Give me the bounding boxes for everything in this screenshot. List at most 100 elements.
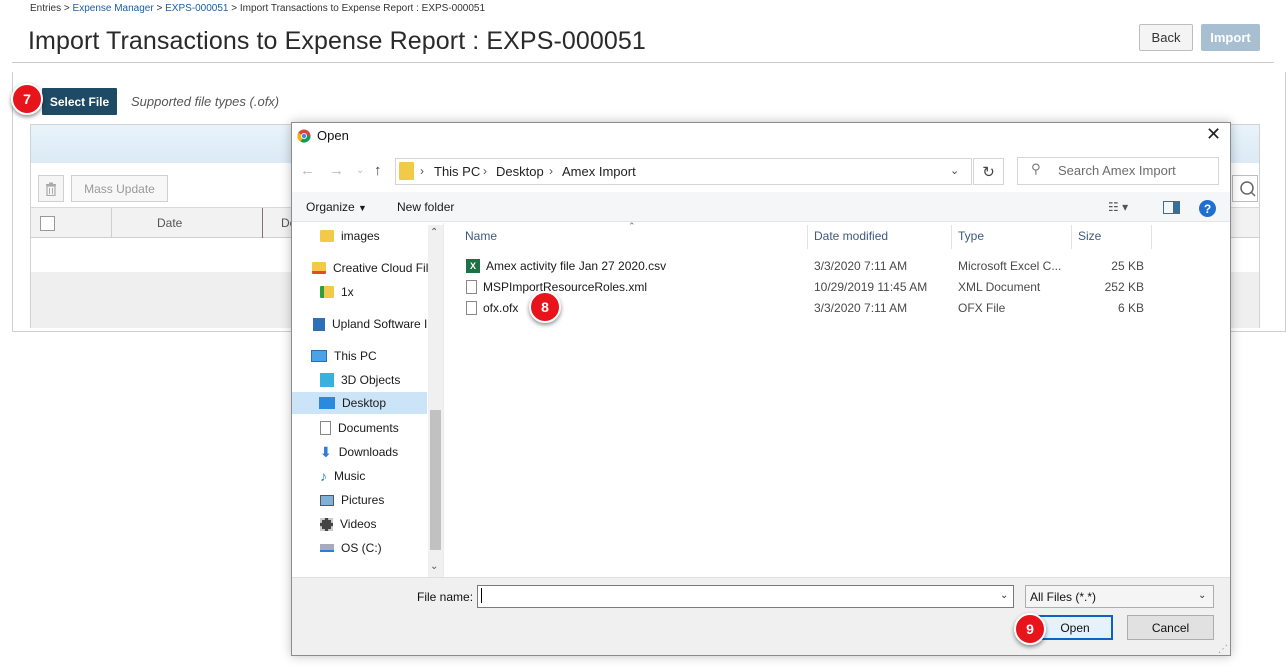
header-divider	[12, 62, 1274, 63]
breadcrumb-prefix: Entries >	[30, 3, 70, 14]
nav-item-images[interactable]: images	[320, 225, 430, 247]
address-bar[interactable]	[395, 158, 972, 185]
recent-locations-icon[interactable]: ⌄	[356, 165, 364, 176]
select-file-button[interactable]: Select File	[42, 88, 117, 115]
file-name-label: File name:	[417, 590, 474, 604]
col-sep[interactable]	[1071, 225, 1072, 249]
drive-icon	[320, 544, 334, 552]
scroll-up-icon[interactable]: ⌃	[430, 227, 438, 238]
nav-item-upland[interactable]: Upland Software I	[313, 313, 429, 335]
col-sep[interactable]	[807, 225, 808, 249]
text-caret	[481, 588, 482, 603]
nav-item-documents[interactable]: Documents	[320, 417, 430, 439]
nav-item-downloads[interactable]: ⬇ Downloads	[320, 441, 430, 463]
preview-pane-icon[interactable]	[1163, 201, 1180, 214]
nav-item-label: Desktop	[342, 396, 387, 410]
forward-arrow-icon[interactable]: →	[329, 162, 344, 179]
select-all-checkbox[interactable]	[40, 216, 55, 231]
grid-search-button[interactable]	[1232, 175, 1258, 202]
excel-icon: X	[466, 259, 480, 273]
open-button[interactable]: Open	[1037, 615, 1113, 640]
nav-item-label: Downloads	[338, 445, 399, 459]
col-sep[interactable]	[951, 225, 952, 249]
column-date[interactable]: Date	[157, 216, 182, 230]
file-size: 252 KB	[1104, 280, 1144, 294]
nav-item-label: Upland Software I	[332, 317, 428, 331]
file-row-csv[interactable]: X Amex activity file Jan 27 2020.csv	[466, 256, 666, 276]
nav-item-label: 1x	[341, 285, 354, 299]
address-segment-desktop[interactable]: Desktop	[496, 164, 544, 179]
cube-icon	[320, 373, 334, 387]
column-size[interactable]: Size	[1078, 229, 1101, 243]
refresh-icon[interactable]: ↻	[973, 158, 1004, 185]
chevron-down-icon[interactable]: ⌄	[1000, 590, 1008, 601]
file-name-input[interactable]	[477, 585, 1014, 608]
back-button[interactable]: Back	[1139, 24, 1193, 51]
search-icon	[1240, 181, 1256, 197]
nav-item-label: Creative Cloud Fil	[333, 261, 429, 275]
video-icon	[320, 517, 333, 531]
scroll-down-icon[interactable]: ⌄	[430, 561, 438, 572]
document-icon	[320, 421, 331, 435]
picture-icon	[320, 494, 334, 506]
nav-item-this-pc[interactable]: This PC	[311, 345, 421, 367]
nav-item-3d-objects[interactable]: 3D Objects	[320, 369, 430, 391]
address-chevron-icon: ›	[483, 164, 487, 178]
nav-item-label: Documents	[338, 421, 399, 435]
folder-icon	[399, 162, 414, 180]
nav-item-creative-cloud[interactable]: Creative Cloud Fil	[312, 257, 430, 279]
col-sep	[111, 208, 112, 238]
supported-file-types: Supported file types (.ofx)	[131, 94, 280, 109]
file-size: 6 KB	[1117, 301, 1144, 315]
col-sep[interactable]	[1151, 225, 1152, 249]
file-row-ofx[interactable]: ofx.ofx	[466, 298, 518, 318]
nav-item-1x[interactable]: 1x	[320, 281, 430, 303]
organize-label: Organize	[306, 200, 355, 214]
chevron-down-icon[interactable]: ⌄	[1198, 590, 1206, 601]
back-arrow-icon[interactable]: ←	[300, 162, 315, 179]
file-type: XML Document	[958, 280, 1041, 294]
organize-menu[interactable]: Organize ▼	[306, 200, 367, 214]
sort-ascending-icon: ⌃	[628, 221, 636, 231]
breadcrumb-current: > Import Transactions to Expense Report …	[231, 3, 486, 14]
dialog-title: Open	[317, 128, 349, 143]
file-icon	[466, 280, 477, 294]
close-icon[interactable]: ✕	[1206, 124, 1221, 145]
up-arrow-icon[interactable]: ↑	[374, 162, 382, 179]
breadcrumb-link-expense-manager[interactable]: Expense Manager	[73, 3, 154, 14]
column-name[interactable]: Name	[465, 229, 497, 243]
nav-item-label: This PC	[334, 349, 377, 363]
nav-scroll-thumb[interactable]	[430, 410, 441, 550]
nav-item-pictures[interactable]: Pictures	[320, 489, 430, 511]
chrome-icon	[297, 129, 311, 143]
help-icon[interactable]: ?	[1199, 200, 1216, 217]
nav-item-label: OS (C:)	[341, 541, 382, 555]
resize-grip-icon[interactable]: ⋰	[1218, 644, 1228, 655]
column-type[interactable]: Type	[958, 229, 984, 243]
file-row-xml[interactable]: MSPImportResourceRoles.xml	[466, 277, 647, 297]
nav-item-videos[interactable]: Videos	[320, 513, 430, 535]
column-date-modified[interactable]: Date modified	[814, 229, 888, 243]
folder-icon	[320, 286, 334, 298]
breadcrumb-link-report[interactable]: EXPS-000051	[165, 3, 228, 14]
file-type: OFX File	[958, 301, 1006, 315]
nav-item-label: 3D Objects	[341, 373, 401, 387]
view-options-icon[interactable]: ☷ ▾	[1108, 200, 1128, 214]
file-name: Amex activity file Jan 27 2020.csv	[486, 259, 667, 273]
mass-update-button[interactable]: Mass Update	[71, 175, 168, 202]
music-icon: ♪	[320, 468, 327, 484]
nav-item-music[interactable]: ♪ Music	[320, 465, 430, 487]
nav-item-os-c[interactable]: OS (C:)	[320, 537, 430, 559]
import-button[interactable]: Import	[1201, 24, 1260, 51]
delete-button[interactable]	[38, 175, 64, 202]
file-name: MSPImportResourceRoles.xml	[483, 280, 648, 294]
cancel-button[interactable]: Cancel	[1127, 615, 1214, 640]
chevron-down-icon[interactable]: ⌄	[950, 164, 959, 177]
address-segment-this-pc[interactable]: This PC	[434, 164, 480, 179]
nav-item-desktop[interactable]: Desktop	[292, 392, 427, 414]
address-segment-amex-import[interactable]: Amex Import	[562, 164, 636, 179]
file-type-select[interactable]: All Files (*.*)	[1025, 585, 1214, 608]
file-date: 10/29/2019 11:45 AM	[814, 280, 928, 294]
page-title: Import Transactions to Expense Report : …	[28, 27, 646, 55]
new-folder-button[interactable]: New folder	[397, 200, 454, 214]
